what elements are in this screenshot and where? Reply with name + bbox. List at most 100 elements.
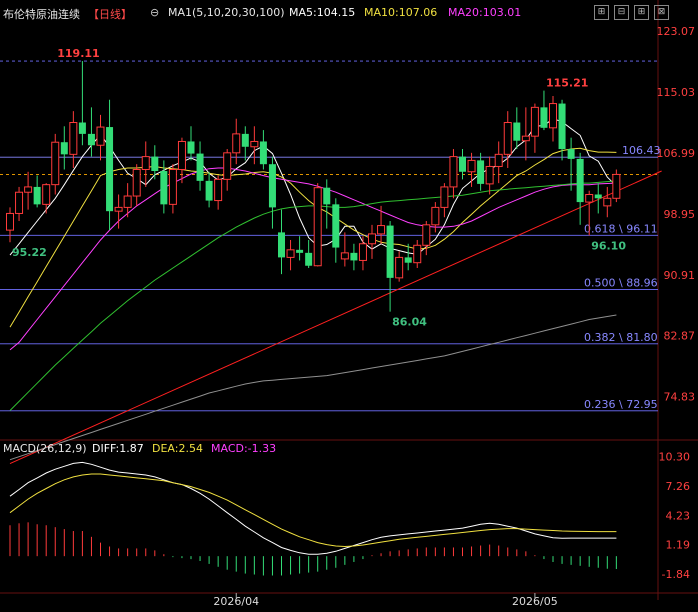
candle-body-down xyxy=(33,186,41,205)
macd-y-tick-label: 7.26 xyxy=(666,480,691,493)
y-tick-label: 98.95 xyxy=(664,208,696,221)
candle-body-up xyxy=(494,153,503,167)
candle-body-up xyxy=(449,156,458,188)
candle-body-down xyxy=(404,257,412,263)
candle-body-down xyxy=(323,187,331,205)
symbol-title: 布伦特原油连续 xyxy=(3,8,80,21)
candle-body-up xyxy=(530,106,539,137)
candle-body-up xyxy=(114,206,123,212)
candle-body-down xyxy=(278,232,285,258)
price-level-label: 106.43 xyxy=(622,144,661,157)
ma-params-label: MA1(5,10,20,30,100) xyxy=(168,6,285,19)
candle-body-down xyxy=(305,252,313,266)
ma20-value: MA20:103.01 xyxy=(448,6,522,19)
candle-body-up xyxy=(24,186,33,193)
candle-body-up xyxy=(69,122,78,155)
candle-body-down xyxy=(106,127,114,212)
candle-body-up xyxy=(223,152,232,180)
macd-y-tick-label: 1.19 xyxy=(666,539,691,552)
period-label[interactable]: 【日线】 xyxy=(88,6,132,22)
extreme-price-label: 86.04 xyxy=(392,316,427,329)
price-level-label: 0.382 \ 81.80 xyxy=(584,331,658,344)
macd-y-tick-label: 4.23 xyxy=(666,509,691,522)
macd-dea-line xyxy=(9,473,617,548)
candle-body-down xyxy=(350,252,358,261)
candle-body-down xyxy=(268,164,276,208)
candle-body-down xyxy=(241,133,249,147)
ma10-value: MA10:107.06 xyxy=(364,6,438,19)
candle-body-up xyxy=(585,194,594,203)
candle-body-down xyxy=(205,180,213,201)
candle-body-up xyxy=(168,168,177,205)
candle-body-down xyxy=(87,133,95,146)
candle-body-up xyxy=(603,197,612,207)
candle-body-up xyxy=(395,256,404,279)
extreme-price-label: 119.11 xyxy=(57,47,99,60)
candle-body-up xyxy=(177,140,186,170)
macd-hist-value: MACD:-1.33 xyxy=(211,442,276,455)
candle-body-down xyxy=(296,249,304,253)
y-tick-label: 106.99 xyxy=(657,147,696,160)
date-label: 2026/05 xyxy=(512,595,558,608)
candle-body-up xyxy=(42,184,51,205)
macd-dea-value: DEA:2.54 xyxy=(152,442,203,455)
y-tick-label: 115.03 xyxy=(657,86,696,99)
settings-icon[interactable]: ⊞ xyxy=(594,5,609,20)
price-level-label: 0.500 \ 88.96 xyxy=(584,277,658,290)
chart-canvas[interactable]: 123.07 115.03 106.99 98.95 90.91 82.87 74.83 10… xyxy=(0,0,698,608)
candle-body-up xyxy=(123,195,132,208)
candle-body-up xyxy=(368,233,376,245)
close-icon[interactable]: ⊠ xyxy=(654,5,669,20)
candle-body-up xyxy=(467,159,476,173)
candle-body-up xyxy=(440,186,449,208)
candle-body-down xyxy=(513,122,521,141)
candle-body-up xyxy=(232,133,241,154)
macd-diff-line xyxy=(9,461,617,555)
candle-body-up xyxy=(413,244,422,264)
price-level-label: 0.236 \ 72.95 xyxy=(584,398,658,411)
candle-body-down xyxy=(540,107,548,128)
candle-body-up xyxy=(340,252,349,260)
extreme-price-label: 115.21 xyxy=(546,77,588,90)
candle-body-down xyxy=(567,149,575,159)
ma-line-ma30 xyxy=(9,180,617,411)
macd-diff-value: DIFF:1.87 xyxy=(92,442,144,455)
candle-body-down xyxy=(386,225,394,278)
candle-body-up xyxy=(96,126,105,146)
macd-params-label: MACD(26,12,9) xyxy=(3,442,87,455)
candle-body-down xyxy=(259,141,267,165)
candle-body-up xyxy=(286,249,295,258)
grid-icon[interactable]: ⊞ xyxy=(634,5,649,20)
candle-body-up xyxy=(431,206,440,226)
candle-body-up xyxy=(313,187,322,267)
candle-body-up xyxy=(485,165,494,185)
candle-body-down xyxy=(332,204,340,248)
candle-body-up xyxy=(377,225,386,235)
candle-body-up xyxy=(15,191,24,214)
grid-icon[interactable]: ⊟ xyxy=(614,5,629,20)
candle-body-down xyxy=(151,156,159,172)
ma-line-ma100 xyxy=(9,314,617,461)
collapse-icon[interactable]: ⊖ xyxy=(150,6,159,19)
candle-body-down xyxy=(196,153,204,181)
candle-body-up xyxy=(549,103,557,129)
candle-body-down xyxy=(78,122,86,134)
candle-body-down xyxy=(477,160,485,184)
candle-body-up xyxy=(503,122,512,155)
candle-body-up xyxy=(250,140,259,148)
y-tick-label: 74.83 xyxy=(664,391,696,404)
price-level-label: 0.618 \ 96.11 xyxy=(584,222,658,235)
extreme-price-label: 95.22 xyxy=(12,246,47,259)
candle-body-down xyxy=(576,158,584,203)
macd-y-tick-label: 10.30 xyxy=(659,451,691,464)
y-tick-label: 82.87 xyxy=(664,330,696,343)
ma-line-ma10 xyxy=(9,147,617,328)
candle-body-up xyxy=(141,156,150,170)
candle-body-up xyxy=(612,173,621,199)
candle-body-up xyxy=(214,178,223,202)
candle-body-up xyxy=(422,224,431,246)
ma5-value: MA5:104.15 xyxy=(289,6,356,19)
candle-body-down xyxy=(558,103,566,150)
candle-body-down xyxy=(187,141,195,154)
candle-body-down xyxy=(594,194,602,199)
